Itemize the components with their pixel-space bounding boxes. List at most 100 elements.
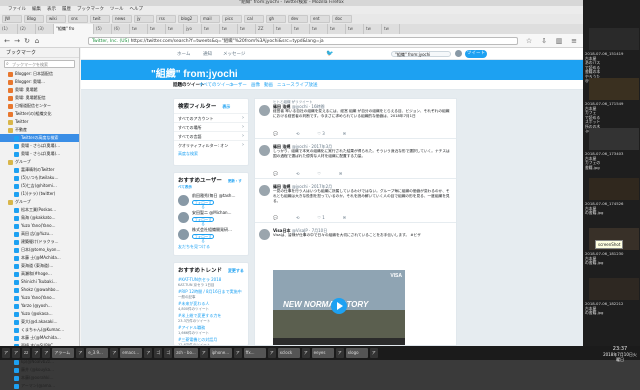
- trend-item[interactable]: #KAT-TUN京セラ 2018 KAT-TUN 京セラ 1日目: [174, 277, 248, 289]
- trend-item[interactable]: #米上総で変更する力を 23.3万件のツイート: [174, 313, 248, 325]
- trends-change-link[interactable]: 変更する: [224, 268, 244, 273]
- filter-dropdown[interactable]: すべての言語 ›: [174, 131, 248, 140]
- bookmark-item[interactable]: グループ: [0, 198, 79, 206]
- taskbar-item[interactable]: ffx...: [243, 348, 266, 358]
- search-tab[interactable]: ライブ放送: [295, 82, 318, 88]
- browser-tab[interactable]: tw: [274, 24, 292, 34]
- bookmark-toolbar-item[interactable]: JW: [2, 15, 22, 23]
- bookmark-item[interactable]: グループ: [0, 158, 79, 166]
- bookmark-toolbar-item[interactable]: sns: [68, 15, 88, 23]
- bookmark-item[interactable]: Twitter: [0, 118, 79, 126]
- bookmark-item[interactable]: 日報道配信センター: [0, 102, 79, 110]
- back-button[interactable]: ←: [3, 37, 11, 45]
- browser-tab[interactable]: tw: [310, 24, 328, 34]
- menu-item[interactable]: 編集: [32, 6, 41, 14]
- avatar[interactable]: [178, 195, 189, 206]
- url-bar[interactable]: Twitter, Inc. (US) https://twitter.com/s…: [88, 37, 518, 45]
- bookmark-toolbar-item[interactable]: news: [112, 15, 132, 23]
- filter-dropdown[interactable]: クオリティフィルター: オン ›: [174, 140, 248, 149]
- home-button[interactable]: ⌂: [33, 37, 41, 45]
- taskbar-item[interactable]: ゴ: [164, 348, 173, 358]
- menu-item[interactable]: ファイル: [8, 6, 26, 14]
- browser-tab[interactable]: tw: [238, 24, 256, 34]
- play-button-icon[interactable]: [331, 298, 347, 314]
- menu-item[interactable]: ヘルプ: [130, 6, 144, 14]
- reply-icon[interactable]: 💬: [273, 171, 278, 176]
- like-icon[interactable]: ♡ 3: [317, 131, 324, 136]
- user-name[interactable]: 株式会社組織開発研…: [192, 227, 248, 233]
- bookmark-item[interactable]: 日本(@tomo_kyon…: [0, 246, 79, 254]
- avatar[interactable]: [178, 229, 189, 240]
- avatar[interactable]: [178, 212, 189, 223]
- follow-button[interactable]: フォローする: [192, 200, 214, 209]
- browser-tab[interactable]: (5): [94, 24, 112, 34]
- forward-button[interactable]: →: [13, 37, 21, 45]
- browser-tab[interactable]: tw: [346, 24, 364, 34]
- bookmark-toolbar-item[interactable]: twit: [90, 15, 110, 23]
- follow-button[interactable]: フォローする: [192, 217, 214, 226]
- bookmark-item[interactable]: 奥場 - さらば(奥場)…: [0, 150, 79, 158]
- tweet-button[interactable]: ツイート: [465, 50, 487, 58]
- taskbar-item[interactable]: ア: [76, 348, 85, 358]
- bookmark-item[interactable]: Blogger: 日本語配信: [0, 70, 79, 78]
- trend-item[interactable]: #アイドル職務 1,666件のツイート: [174, 325, 248, 337]
- bookmark-item[interactable]: 本藤(@oorahki…: [0, 374, 79, 382]
- bookmark-item[interactable]: 高瀬和(#hoge…: [0, 270, 79, 278]
- nav-messages[interactable]: メッセージ: [223, 51, 245, 57]
- tweet[interactable]: 篠田 浩規 @jyochi · 2017年3月 しっかり、組織で本気の組織化に実行…: [255, 139, 456, 179]
- bookmark-toolbar-item[interactable]: rss: [156, 15, 176, 23]
- bookmark-toolbar-item[interactable]: jy: [134, 15, 154, 23]
- bookmark-item[interactable]: アーマン(@ama…: [0, 382, 79, 390]
- bookmark-star-icon[interactable]: ☆: [525, 37, 533, 45]
- message-icon[interactable]: ✉: [343, 131, 346, 136]
- taskbar-item[interactable]: iphone...: [209, 348, 232, 358]
- filter-dropdown[interactable]: すべての場所 ›: [174, 122, 248, 131]
- bookmark-item[interactable]: 奥場: 奥場館配信: [0, 94, 79, 102]
- reply-icon[interactable]: 💬: [273, 215, 278, 220]
- retweet-icon[interactable]: ⟲: [296, 171, 299, 176]
- avatar[interactable]: [259, 105, 270, 116]
- menu-item[interactable]: 履歴: [62, 6, 71, 14]
- bookmark-toolbar-item[interactable]: cal: [244, 15, 264, 23]
- avatar[interactable]: [259, 229, 270, 240]
- bookmark-item[interactable]: 奥場 - さらば(奥場)…: [0, 142, 79, 150]
- bookmark-item[interactable]: 東海道 (東海道)…: [0, 262, 79, 270]
- file-name[interactable]: 2018-07-06_182212 古本屋 の書籍.jpg: [585, 301, 640, 316]
- browser-tab[interactable]: ZZ: [256, 24, 274, 34]
- search-tab[interactable]: 画像: [251, 82, 260, 88]
- file-name[interactable]: 2018-07-06_174526 古本屋 の書籍.jpg: [585, 201, 640, 216]
- avatar[interactable]: [259, 185, 270, 196]
- promoted-video[interactable]: NEW NORMAL STORY VISA: [273, 270, 405, 345]
- browser-tab[interactable]: tw: [166, 24, 184, 34]
- taskbar-item[interactable]: ア: [369, 348, 378, 358]
- browser-tab[interactable]: (6): [112, 24, 130, 34]
- twitter-search-input[interactable]: "組織" from:jyochi: [391, 51, 451, 57]
- sidebar-search-input[interactable]: ⌕ ブックマークを検索: [4, 60, 75, 68]
- video-controls[interactable]: [273, 338, 405, 345]
- search-tab[interactable]: ユーザー: [229, 82, 247, 88]
- taskbar-item[interactable]: e_3.9...: [86, 348, 109, 358]
- tweet[interactable]: 篠田 浩規 @jyochi · 2017年2月 一見の仕事を行う人はいつも組織に所…: [255, 179, 456, 223]
- taskbar-item[interactable]: ア: [42, 348, 51, 358]
- advanced-search-link[interactable]: 高度な検索: [174, 151, 248, 157]
- filter-dropdown[interactable]: すべてのアカウント ›: [174, 113, 248, 122]
- bookmark-toolbar-item[interactable]: Blog: [24, 15, 44, 23]
- bookmark-item[interactable]: Shinichi Tsubaki…: [0, 278, 79, 286]
- reload-button[interactable]: ↻: [23, 37, 31, 45]
- bookmark-item[interactable]: Shokz (@awahbo…: [0, 286, 79, 294]
- search-tab[interactable]: ニュース: [277, 82, 295, 88]
- bookmark-item[interactable]: Yuzo Yano(Yano…: [0, 294, 79, 302]
- bookmark-toolbar-item[interactable]: ent: [310, 15, 330, 23]
- browser-tab[interactable]: tw: [292, 24, 310, 34]
- like-icon[interactable]: ♡ 1: [317, 215, 324, 220]
- browser-tab[interactable]: "組織" fro: [54, 24, 94, 34]
- trend-item[interactable]: #未来が変わる人 4,800件のツイート: [174, 301, 248, 313]
- taskbar-item[interactable]: ア: [301, 348, 310, 358]
- message-icon[interactable]: ✉: [339, 171, 342, 176]
- site-identity[interactable]: Twitter, Inc. (US): [92, 39, 129, 44]
- browser-tab[interactable]: tw: [382, 24, 400, 34]
- file-name[interactable]: 2018-07-06_173403 古本屋 カフェの 書籍.jpg: [585, 151, 640, 170]
- bookmark-item[interactable]: 奥場: 奥場館: [0, 86, 79, 94]
- trend-item[interactable]: #三菱電機との対話月 12.6万件のツイート: [174, 337, 248, 345]
- taskbar-item[interactable]: ア: [335, 348, 344, 358]
